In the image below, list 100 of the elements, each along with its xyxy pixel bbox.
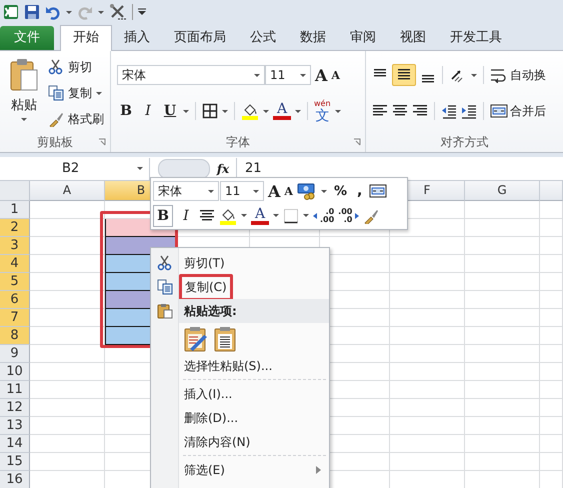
ribbon-tab[interactable]: 页面布局 xyxy=(162,26,238,50)
splitter-handle[interactable] xyxy=(158,158,210,178)
italic-button[interactable]: I xyxy=(139,103,157,119)
menu-item[interactable]: 复制(C) xyxy=(179,274,233,300)
row-header[interactable]: 16 xyxy=(0,471,30,488)
font-color-button[interactable]: A xyxy=(251,206,269,225)
merge-center-button[interactable]: 合并后 xyxy=(490,102,546,120)
row-header[interactable]: 3 xyxy=(0,237,30,255)
merge-cells-icon[interactable] xyxy=(369,183,388,200)
grow-font-button[interactable]: A xyxy=(268,182,280,201)
file-tab[interactable]: 文件 xyxy=(0,26,54,50)
borders-icon[interactable] xyxy=(283,208,299,224)
caret-icon[interactable] xyxy=(263,110,269,112)
paste-button[interactable]: 粘贴 xyxy=(4,55,44,132)
row-header[interactable]: 2 xyxy=(0,219,30,237)
align-middle-button[interactable] xyxy=(392,64,416,86)
decrease-indent-icon[interactable] xyxy=(441,103,457,119)
row-header[interactable]: 11 xyxy=(0,381,30,399)
caret-icon[interactable] xyxy=(300,74,306,76)
row-header[interactable]: 4 xyxy=(0,255,30,273)
borders-icon[interactable] xyxy=(202,103,218,119)
decrease-decimal-button[interactable]: .00 .0 xyxy=(338,208,360,224)
row-header[interactable]: 12 xyxy=(0,399,30,417)
ribbon-tab[interactable]: 开发工具 xyxy=(438,26,514,50)
spreadsheet-app-icon[interactable] xyxy=(3,4,19,20)
row-header[interactable]: 15 xyxy=(0,453,30,471)
bold-button[interactable]: B xyxy=(153,204,173,227)
row-header[interactable]: 6 xyxy=(0,291,30,309)
caret-icon[interactable] xyxy=(471,74,477,76)
row-header[interactable]: 10 xyxy=(0,363,30,381)
bold-button[interactable]: B xyxy=(117,103,135,119)
caret-icon[interactable] xyxy=(254,74,260,76)
ribbon-tab[interactable]: 视图 xyxy=(388,26,438,50)
format-painter-button[interactable]: 格式刷 xyxy=(48,107,104,131)
menu-item[interactable]: 选择性粘贴(S)... xyxy=(184,358,272,374)
menu-item[interactable]: 筛选(E) xyxy=(184,462,225,478)
phonetic-button[interactable]: wén 文 xyxy=(314,99,331,123)
table-cell xyxy=(540,381,563,399)
caret-icon[interactable] xyxy=(273,214,279,218)
comma-style-button[interactable]: , xyxy=(354,183,366,200)
wrap-text-button[interactable]: 自动换 xyxy=(490,66,546,84)
fill-color-icon[interactable] xyxy=(241,102,259,120)
caret-icon[interactable] xyxy=(96,92,102,94)
menu-item[interactable]: 清除内容(N) xyxy=(184,434,250,450)
caret-icon[interactable] xyxy=(21,118,27,121)
caret-icon[interactable] xyxy=(137,167,143,170)
row-header[interactable]: 8 xyxy=(0,327,30,345)
caret-icon[interactable] xyxy=(66,10,72,14)
brush-icon[interactable] xyxy=(363,208,380,224)
ribbon-tab[interactable]: 开始 xyxy=(60,25,112,51)
caret-icon[interactable] xyxy=(183,110,189,112)
row-header[interactable]: 5 xyxy=(0,273,30,291)
cut-button[interactable]: 剪切 xyxy=(48,55,104,79)
menu-item[interactable]: 删除(D)... xyxy=(184,410,238,426)
ribbon-tab[interactable]: 审阅 xyxy=(338,26,388,50)
save-icon[interactable] xyxy=(24,4,40,20)
font-name-dropdown[interactable]: 宋体 xyxy=(153,181,219,202)
dialog-launcher-icon[interactable] xyxy=(353,138,361,146)
caret-icon[interactable] xyxy=(241,214,247,218)
row-header[interactable]: 14 xyxy=(0,435,30,453)
grow-font-button[interactable]: A xyxy=(315,66,328,84)
percent-button[interactable]: % xyxy=(330,184,350,199)
caret-icon[interactable] xyxy=(295,110,301,112)
row-header[interactable]: 13 xyxy=(0,417,30,435)
font-size-dropdown[interactable]: 11 xyxy=(265,65,311,85)
ribbon-tab[interactable]: 插入 xyxy=(112,26,162,50)
shrink-font-button[interactable]: A xyxy=(284,184,293,198)
font-size-dropdown[interactable]: 11 xyxy=(220,181,264,202)
tools-icon[interactable] xyxy=(109,3,127,21)
fill-color-icon[interactable] xyxy=(219,206,237,225)
row-header[interactable]: 9 xyxy=(0,345,30,363)
insert-function-button[interactable]: fx xyxy=(210,162,236,176)
row-header[interactable]: 1 xyxy=(0,201,30,219)
caret-icon[interactable] xyxy=(320,190,327,193)
menu-item[interactable]: 剪切(T) xyxy=(184,254,225,272)
copy-button[interactable]: 复制 xyxy=(48,81,104,105)
increase-decimal-button[interactable]: .0 .00 xyxy=(313,208,334,224)
caret-icon[interactable] xyxy=(208,190,214,193)
ribbon-tab[interactable]: 公式 xyxy=(238,26,288,50)
font-color-button[interactable]: A xyxy=(273,102,291,120)
caret-icon[interactable] xyxy=(98,10,104,14)
customize-icon[interactable] xyxy=(138,8,146,16)
caret-icon[interactable] xyxy=(222,110,228,112)
column-header[interactable]: A xyxy=(30,181,105,201)
caret-icon[interactable] xyxy=(303,214,309,218)
ribbon-tab[interactable]: 数据 xyxy=(288,26,338,50)
name-box[interactable]: B2 xyxy=(0,158,150,180)
shrink-font-button[interactable]: A xyxy=(331,68,340,82)
font-name-dropdown[interactable]: 宋体 xyxy=(117,65,265,85)
menu-item[interactable]: 插入(I)... xyxy=(184,386,232,402)
currency-format-icon[interactable] xyxy=(296,182,317,200)
caret-icon[interactable] xyxy=(253,190,259,193)
dialog-launcher-icon[interactable] xyxy=(98,138,106,146)
caret-icon[interactable] xyxy=(334,110,341,112)
italic-button[interactable]: I xyxy=(177,208,195,224)
row-header[interactable]: 7 xyxy=(0,309,30,327)
underline-button[interactable]: U xyxy=(161,103,179,119)
increase-indent-icon[interactable] xyxy=(461,103,477,119)
undo-icon[interactable] xyxy=(45,4,61,20)
column-header[interactable]: G xyxy=(465,181,540,201)
